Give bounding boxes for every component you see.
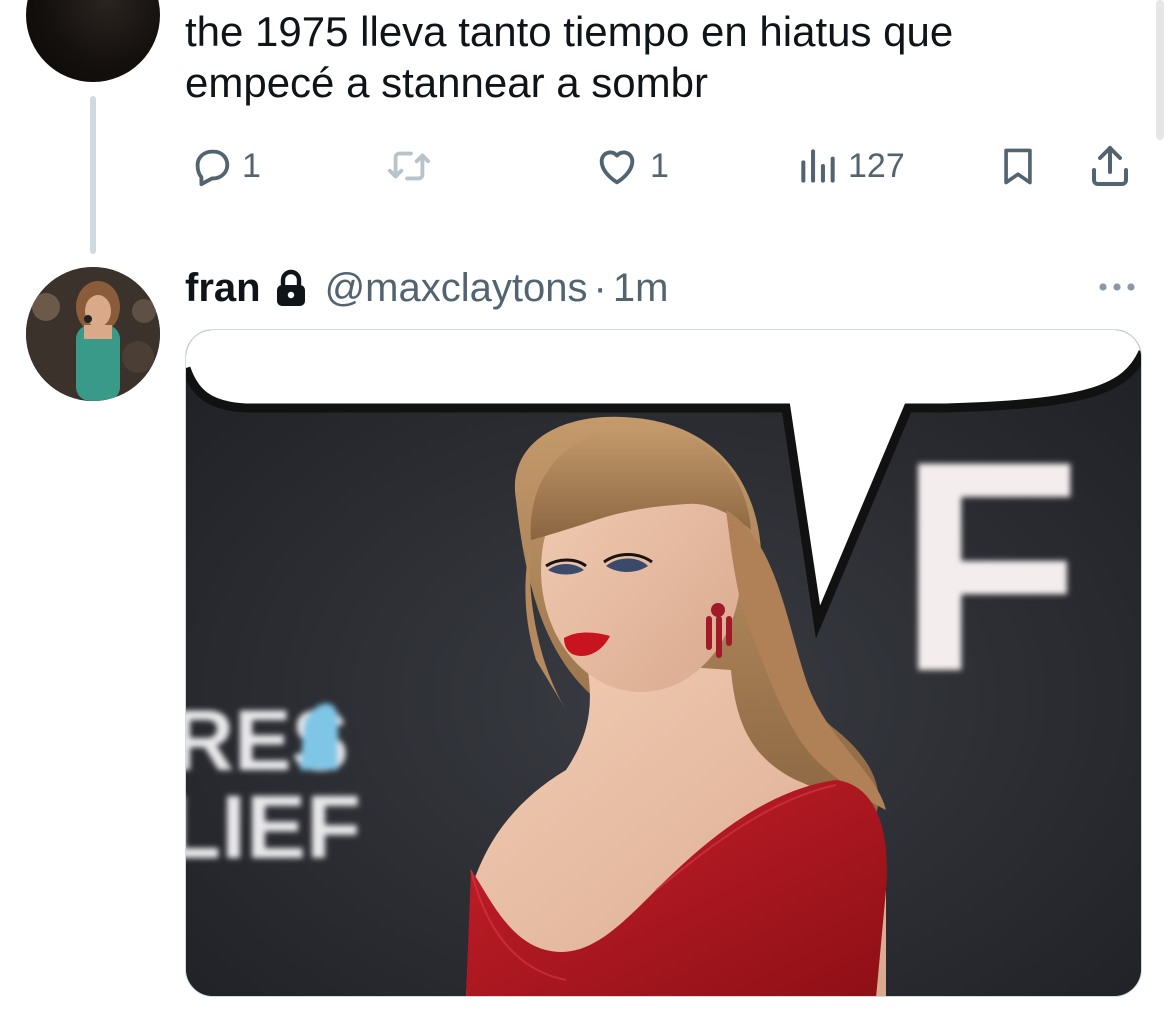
share-button[interactable] [1086, 138, 1134, 194]
heart-icon [592, 143, 642, 189]
reply-button[interactable]: 1 [188, 138, 261, 194]
tweet-text: the 1975 lleva tanto tiempo en hiatus qu… [185, 6, 1135, 108]
reply-count: 1 [242, 146, 261, 185]
tweet-actions: 1 1 127 [0, 138, 1170, 194]
avatar[interactable] [26, 0, 160, 82]
tweet-text-line: the 1975 lleva tanto tiempo en hiatus qu… [185, 8, 954, 55]
tweet-media-image[interactable]: RES LIEF F [185, 329, 1142, 997]
reply-icon [188, 143, 234, 189]
backdrop-text: LIEF [186, 778, 361, 878]
avatar[interactable] [26, 267, 160, 401]
timestamp[interactable]: 1m [613, 266, 669, 311]
views-button[interactable]: 127 [796, 138, 905, 194]
more-icon [1092, 283, 1142, 308]
lock-icon [275, 269, 307, 307]
scrollbar[interactable] [1156, 0, 1164, 140]
backdrop-text: F [898, 398, 1081, 734]
user-handle[interactable]: @maxclaytons [325, 266, 588, 311]
tweet-header: fran @maxclaytons · 1m [185, 262, 668, 314]
retweet-icon [385, 143, 433, 189]
retweet-button[interactable] [385, 138, 433, 194]
bar-chart-icon [796, 143, 840, 189]
tweet-text-line: empecé a stannear a sombr [185, 59, 708, 106]
like-button[interactable]: 1 [592, 138, 669, 194]
view-count: 127 [848, 146, 905, 185]
bookmark-button[interactable] [996, 138, 1040, 194]
separator-dot: · [593, 265, 607, 310]
bookmark-icon [996, 143, 1040, 189]
display-name[interactable]: fran [185, 266, 261, 311]
share-icon [1086, 142, 1134, 190]
like-count: 1 [650, 146, 669, 185]
more-button[interactable] [1092, 270, 1142, 304]
